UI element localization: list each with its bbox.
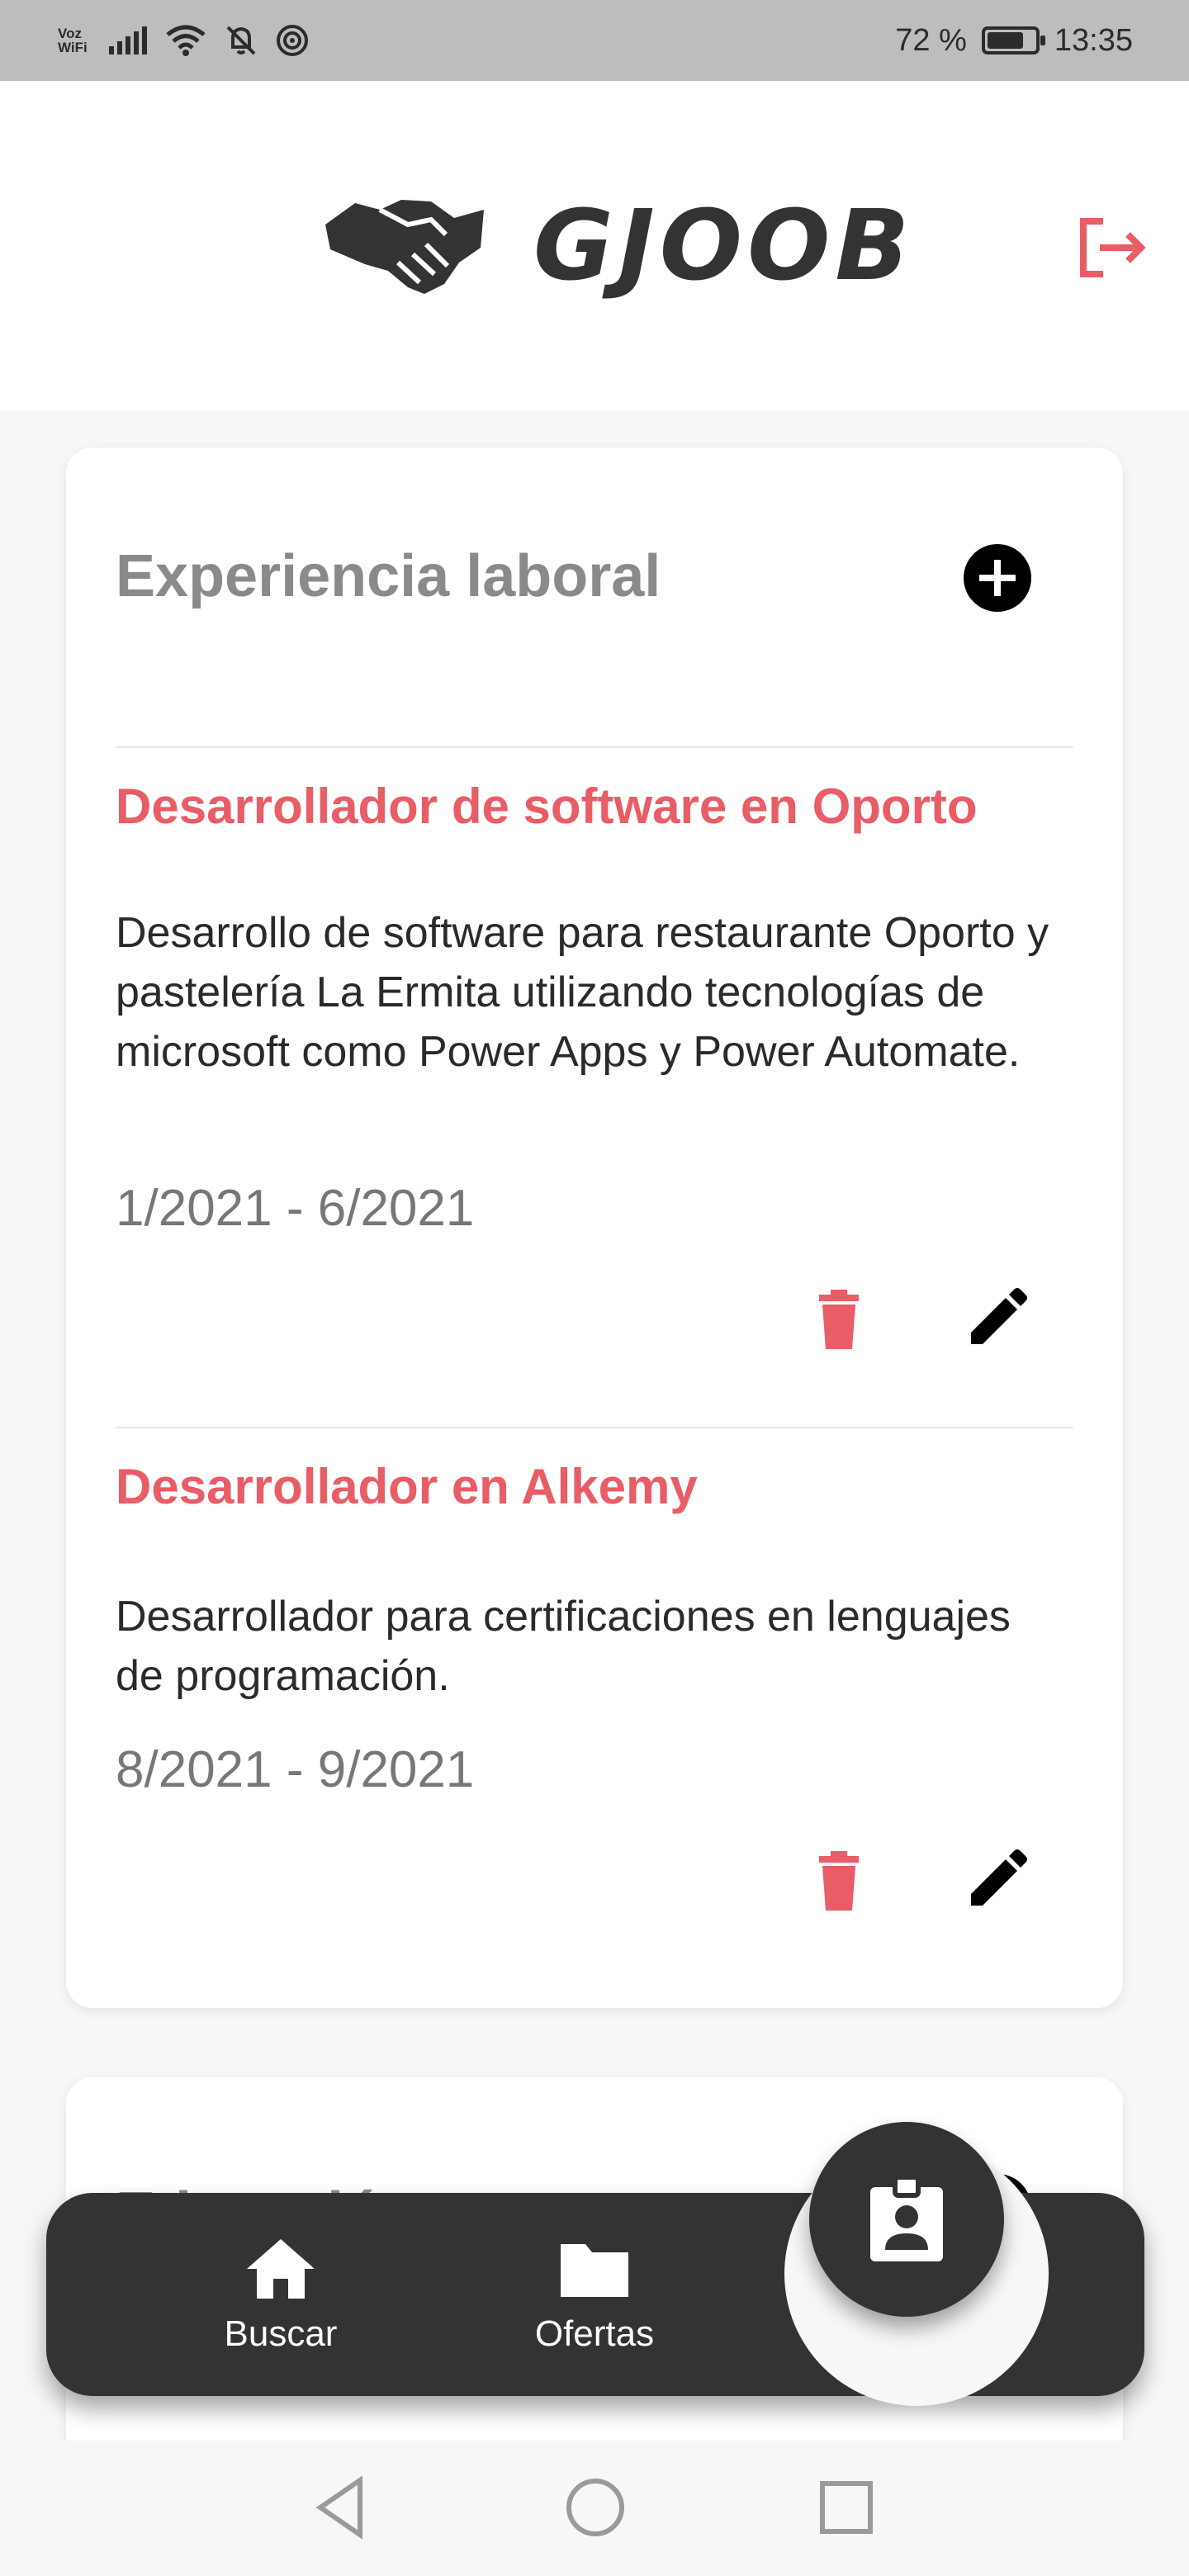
experience-item-description: Desarrollador para certificaciones en le… — [116, 1593, 1011, 1700]
android-navigation-bar — [0, 2441, 1189, 2576]
home-icon — [247, 2239, 315, 2299]
delete-button[interactable] — [806, 1848, 872, 1914]
status-right: 72 % 13:35 — [895, 23, 1133, 59]
divider — [116, 1427, 1073, 1428]
experience-item-title: Desarrollador en Alkemy — [116, 1459, 698, 1514]
clock: 13:35 — [1054, 22, 1133, 58]
badge-icon — [870, 2175, 943, 2261]
battery-icon — [981, 26, 1045, 54]
experience-item-description: Desarrollo de software para restaurante … — [116, 909, 1049, 1076]
signal-icon — [109, 26, 147, 54]
app-logo: GJOOB — [322, 188, 914, 302]
bell-off-icon — [226, 26, 256, 55]
folder-icon — [561, 2244, 628, 2297]
home-circle-icon[interactable] — [558, 2470, 632, 2545]
app-screen: Voz WiFi 72 % 13:35 GJOOB Experiencia la… — [0, 0, 1189, 2576]
back-icon[interactable] — [306, 2470, 380, 2545]
nav-label: Ofertas — [534, 2313, 655, 2354]
voz-wifi-label: Voz WiFi — [58, 26, 88, 55]
nav-label: Buscar — [224, 2313, 338, 2354]
nav-item-ofertas[interactable]: Ofertas — [487, 2236, 702, 2355]
recents-icon[interactable] — [809, 2470, 883, 2545]
divider — [116, 746, 1073, 748]
experience-item-dates: 8/2021 - 9/2021 — [116, 1741, 475, 1798]
add-experience-button[interactable] — [963, 543, 1032, 613]
hotspot-icon — [277, 25, 308, 56]
handshake-icon — [325, 200, 484, 294]
profile-fab-button[interactable] — [809, 2122, 1004, 2317]
edit-button[interactable] — [963, 1286, 1029, 1352]
logo-text: GJOOB — [533, 188, 915, 302]
experience-title: Experiencia laboral — [116, 543, 661, 609]
app-header: GJOOB — [0, 81, 1189, 411]
delete-button[interactable] — [806, 1286, 872, 1352]
wifi-icon — [166, 25, 206, 56]
experience-card: Experiencia laboral Desarrollador de sof… — [66, 447, 1123, 2008]
experience-item-title: Desarrollador de software en Oporto — [116, 779, 978, 834]
nav-item-buscar[interactable]: Buscar — [173, 2236, 388, 2355]
edit-button[interactable] — [963, 1848, 1029, 1914]
experience-item-dates: 1/2021 - 6/2021 — [116, 1180, 475, 1237]
logout-icon[interactable] — [1070, 206, 1153, 289]
status-bar: Voz WiFi 72 % 13:35 — [0, 0, 1189, 81]
battery-percentage: 72 % — [895, 22, 967, 58]
status-left: Voz WiFi — [58, 24, 309, 57]
